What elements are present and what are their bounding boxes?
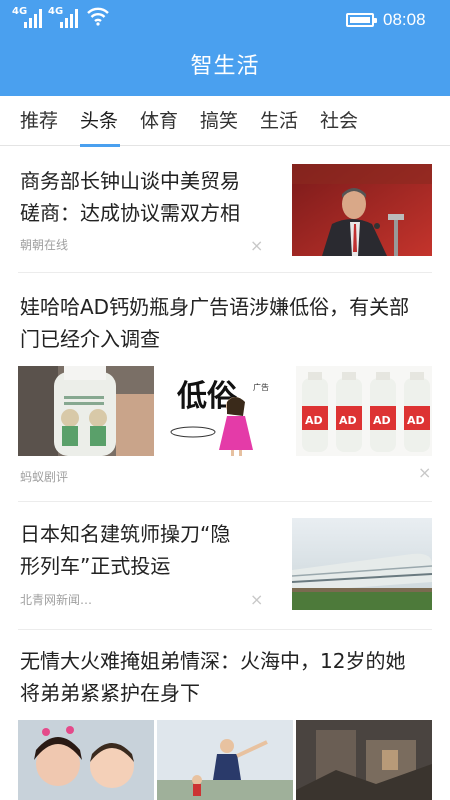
divider xyxy=(18,272,432,273)
article-thumbnail: 低俗 广告 xyxy=(157,366,293,456)
tab-life[interactable]: 生活 xyxy=(260,106,298,133)
article-source: 蚂蚁剧评 xyxy=(20,470,69,484)
tab-society[interactable]: 社会 xyxy=(320,106,358,133)
article-source: 北青网新闻… xyxy=(20,593,93,607)
wifi-icon xyxy=(87,7,109,26)
article-title-line: 无情大火难掩姐弟情深：火海中，12岁的她 xyxy=(20,649,406,673)
status-bar: 4G 4G 08:08 xyxy=(0,0,450,40)
active-tab-indicator xyxy=(80,144,120,147)
article-thumbnail xyxy=(18,366,154,456)
article-source: 朝朝在线 xyxy=(20,238,69,252)
divider xyxy=(18,501,432,502)
article-title-line: 日本知名建筑师操刀“隐 xyxy=(20,522,231,546)
article-title-line: 磋商：达成协议需双方相 xyxy=(20,201,240,225)
app-title: 智生活 xyxy=(190,54,260,79)
dismiss-icon[interactable]: × xyxy=(418,463,431,482)
article-thumbnail xyxy=(292,518,432,610)
tab-sports[interactable]: 体育 xyxy=(140,106,178,133)
dismiss-icon[interactable]: × xyxy=(250,236,263,255)
screen: 4G 4G 08:08 智生活 推荐 头条 体育 搞笑 生活 社会 商务部长钟山… xyxy=(0,0,450,800)
category-tabs: 推荐 头条 体育 搞笑 生活 社会 xyxy=(0,96,450,146)
tab-funny[interactable]: 搞笑 xyxy=(200,106,238,133)
svg-text:AD: AD xyxy=(407,414,425,427)
battery-icon xyxy=(346,13,377,27)
article-title-line: 门已经介入调查 xyxy=(20,327,160,351)
signal-icon: 4G xyxy=(12,6,44,28)
clock: 08:08 xyxy=(383,10,426,29)
article-thumbnail xyxy=(296,720,432,800)
svg-text:AD: AD xyxy=(339,414,357,427)
article-title-line: 形列车”正式投运 xyxy=(20,554,171,578)
article-thumbnail xyxy=(18,720,154,800)
signal-icon: 4G xyxy=(48,6,80,28)
dismiss-icon[interactable]: × xyxy=(250,590,263,609)
image-label: 广告 xyxy=(253,382,269,392)
svg-text:AD: AD xyxy=(373,414,391,427)
svg-text:AD: AD xyxy=(305,414,323,427)
tab-headlines[interactable]: 头条 xyxy=(80,106,118,133)
article-title-line: 娃哈哈AD钙奶瓶身广告语涉嫌低俗，有关部 xyxy=(20,295,410,319)
article-thumbnail: AD AD AD AD xyxy=(296,366,432,456)
divider xyxy=(18,629,432,630)
article-thumbnail xyxy=(292,164,432,256)
article-title-line: 商务部长钟山谈中美贸易 xyxy=(20,169,240,193)
tab-recommend[interactable]: 推荐 xyxy=(20,106,58,133)
article-thumbnail xyxy=(157,720,293,800)
app-header: 4G 4G 08:08 智生活 xyxy=(0,0,450,96)
article-title-line: 将弟弟紧紧护在身下 xyxy=(20,681,200,705)
